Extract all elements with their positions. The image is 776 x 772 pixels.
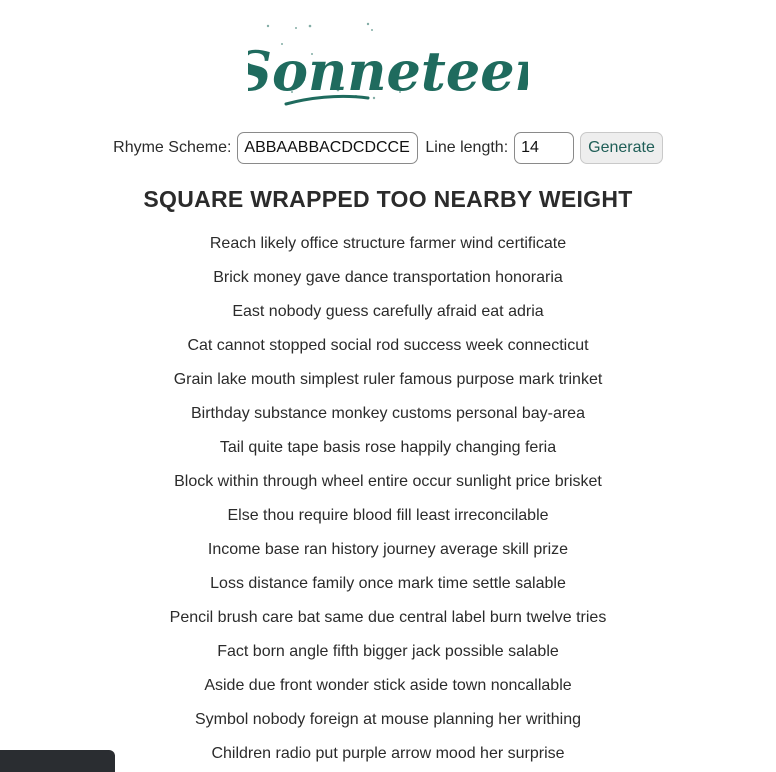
page: Sonneteer Rhyme Scheme: Line length: Gen… xyxy=(0,0,776,772)
poem-line: Birthday substance monkey customs person… xyxy=(191,405,585,422)
sonneteer-logo-image: Sonneteer xyxy=(248,22,528,106)
poem-line: Fact born angle fifth bigger jack possib… xyxy=(217,643,559,660)
poem-line: Children radio put purple arrow mood her… xyxy=(211,745,565,762)
rhyme-scheme-label: Rhyme Scheme: xyxy=(113,139,232,156)
poem-title: SQUARE WRAPPED TOO NEARBY WEIGHT xyxy=(143,186,633,212)
poem-line: Tail quite tape basis rose happily chang… xyxy=(219,439,557,456)
poem-line: Block within through wheel entire occur … xyxy=(174,473,602,490)
dark-toast-panel xyxy=(0,750,115,772)
generate-button[interactable]: Generate xyxy=(580,132,663,164)
poem-line: Income base ran history journey average … xyxy=(207,541,569,558)
poem-line: Loss distance family once mark time sett… xyxy=(210,575,566,592)
poem-line: Else thou require blood fill least irrec… xyxy=(227,507,549,524)
logo: Sonneteer xyxy=(0,14,776,114)
poem-line: East nobody guess carefully afraid eat a… xyxy=(232,303,544,320)
controls-bar: Rhyme Scheme: Line length: Generate xyxy=(0,132,776,164)
rhyme-scheme-input[interactable] xyxy=(237,132,419,164)
poem-line: Cat cannot stopped social rod success we… xyxy=(187,337,589,354)
poem-line: Aside due front wonder stick aside town … xyxy=(204,677,572,694)
line-length-label: Line length: xyxy=(425,139,509,156)
line-length-input[interactable] xyxy=(514,132,575,164)
poem-line: Reach likely office structure farmer win… xyxy=(209,235,567,252)
poem-line: Symbol nobody foreign at mouse planning … xyxy=(194,711,581,728)
poem-line: Grain lake mouth simplest ruler famous p… xyxy=(173,371,603,388)
poem-line: Pencil brush care bat same due central l… xyxy=(169,609,607,626)
poem-line: Brick money gave dance transportation ho… xyxy=(213,269,563,286)
svg-text:Sonneteer: Sonneteer xyxy=(248,39,528,103)
poem-lines: Reach likely office structure farmer win… xyxy=(0,227,776,771)
